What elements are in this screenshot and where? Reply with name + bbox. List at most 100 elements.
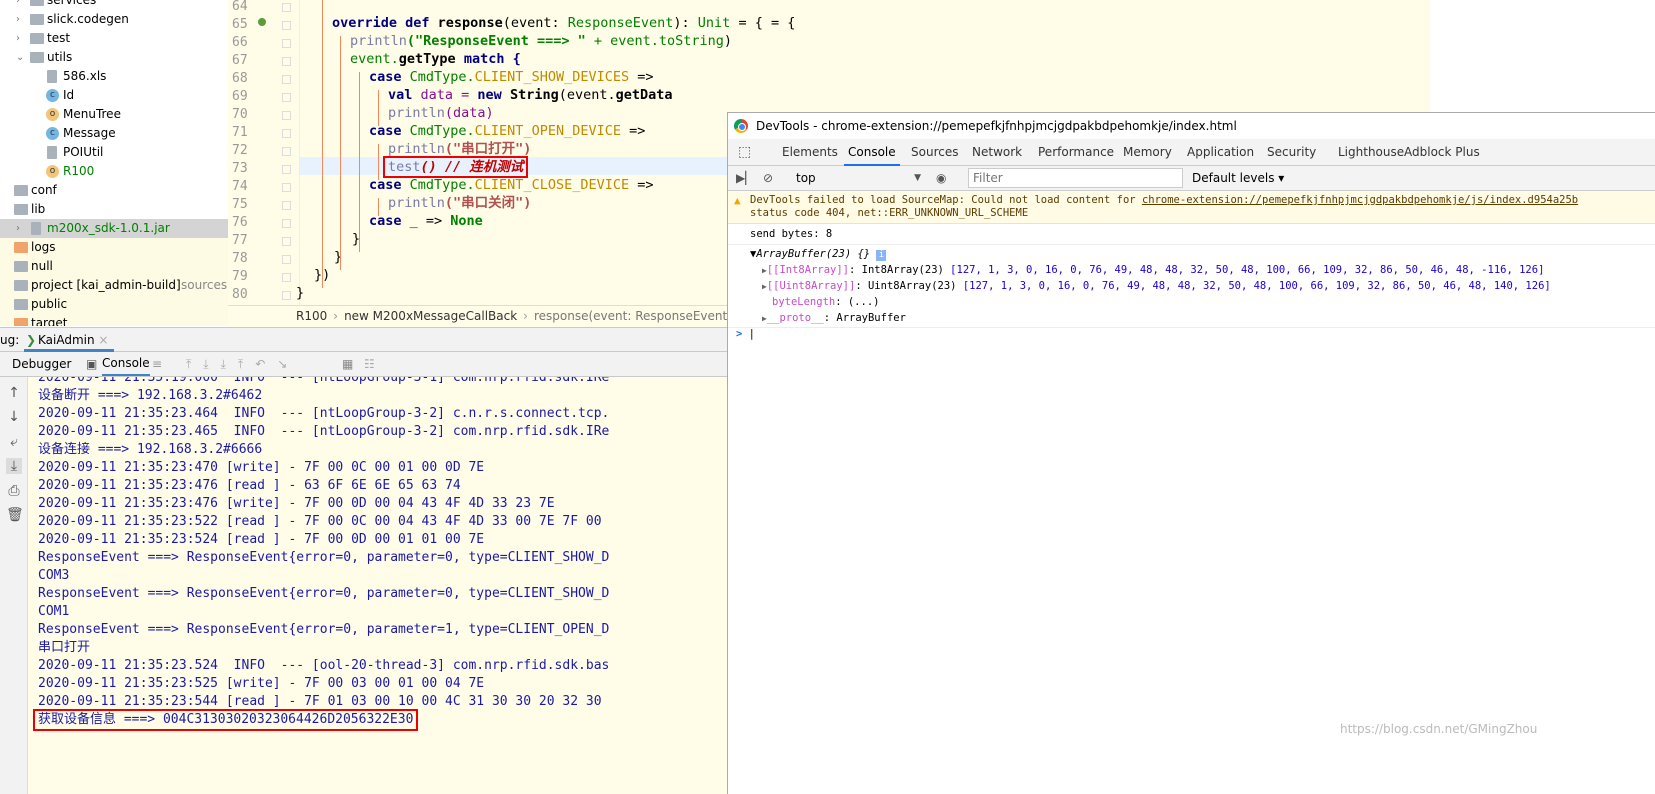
- line-number: 67: [232, 53, 248, 68]
- tree-item-label: m200x_sdk-1.0.1.jar: [47, 221, 170, 235]
- tab-adblock-plus[interactable]: Adblock Plus: [1400, 139, 1484, 166]
- tab-console[interactable]: Console: [102, 352, 150, 376]
- tree-item[interactable]: › services: [0, 0, 228, 10]
- fold-marker-icon[interactable]: [282, 75, 291, 84]
- code-line-67: event.getType match {: [350, 51, 521, 67]
- tab-debugger[interactable]: Debugger: [12, 352, 71, 377]
- source-link[interactable]: chrome-extension://pemepefkjfnhpjmcjgdpa…: [1142, 194, 1578, 206]
- tab-network[interactable]: Network: [968, 139, 1026, 166]
- filter-input[interactable]: [968, 168, 1183, 188]
- tree-item[interactable]: null: [0, 257, 228, 276]
- info-icon[interactable]: i: [876, 250, 887, 261]
- scroll-to-end-icon[interactable]: ⤓: [6, 458, 22, 474]
- line-number: 78: [232, 251, 248, 266]
- tree-item[interactable]: o R100: [0, 162, 228, 181]
- close-tab-icon[interactable]: ×: [98, 333, 108, 347]
- step-icons[interactable]: ⤒⤓⤓⤒↶↘: [186, 352, 299, 377]
- tab-lighthouse[interactable]: Lighthouse: [1334, 139, 1408, 166]
- fold-marker-icon[interactable]: [282, 111, 291, 120]
- chevron-right-icon[interactable]: ›: [16, 29, 26, 48]
- fold-marker-icon[interactable]: [282, 39, 291, 48]
- chevron-down-icon[interactable]: ⌄: [16, 48, 26, 67]
- tree-item-label: conf: [31, 183, 57, 197]
- fold-marker-icon[interactable]: [282, 165, 291, 174]
- fold-marker-icon[interactable]: [282, 201, 291, 210]
- override-marker-icon[interactable]: [258, 18, 266, 26]
- tab-application[interactable]: Application: [1183, 139, 1258, 166]
- tree-item[interactable]: › slick.codegen: [0, 10, 228, 29]
- tree-item[interactable]: c Id: [0, 86, 228, 105]
- arraybuffer-tree[interactable]: ▼ArrayBuffer(23) {} i: [728, 246, 1655, 262]
- menu-icon[interactable]: ≡: [152, 352, 162, 377]
- tree-item[interactable]: conf: [0, 181, 228, 200]
- console-prompt[interactable]: > |: [728, 326, 1655, 342]
- tree-item[interactable]: › test: [0, 29, 228, 48]
- fold-marker-icon[interactable]: [282, 219, 291, 228]
- fold-marker-icon[interactable]: [282, 291, 291, 300]
- tab-memory[interactable]: Memory: [1119, 139, 1176, 166]
- folder-icon: [14, 280, 28, 291]
- fold-marker-icon[interactable]: [282, 93, 291, 102]
- evaluate-icon[interactable]: ▦: [342, 352, 353, 377]
- inspect-element-icon[interactable]: ⬚: [738, 139, 751, 166]
- devtools-title-bar: DevTools - chrome-extension://pemepefkjf…: [728, 113, 1655, 139]
- fold-marker-icon[interactable]: [282, 3, 291, 12]
- fold-marker-icon[interactable]: [282, 273, 291, 282]
- uint8array-row[interactable]: ▶[[Uint8Array]]: Uint8Array(23) [127, 1,…: [728, 278, 1655, 294]
- fold-marker-icon[interactable]: [282, 129, 291, 138]
- console-line: ResponseEvent ===> ResponseEvent{error=0…: [38, 622, 610, 637]
- tree-item[interactable]: logs: [0, 238, 228, 257]
- tree-item[interactable]: target: [0, 314, 228, 326]
- tab-sources[interactable]: Sources: [907, 139, 962, 166]
- tab-console[interactable]: Console: [844, 139, 900, 166]
- sidebar-toggle-icon[interactable]: ▶▏: [736, 166, 754, 190]
- trash-icon[interactable]: 🗑: [6, 507, 24, 523]
- console-output[interactable]: 2020-09-11 21:35:19.000 INFO --- [ntLoop…: [28, 377, 728, 794]
- eye-icon[interactable]: ◉: [936, 166, 946, 190]
- clear-console-icon[interactable]: ⊘: [763, 166, 773, 190]
- arrow-down-icon[interactable]: ↓: [6, 409, 22, 425]
- console-line: 2020-09-11 21:35:23.464 INFO --- [ntLoop…: [38, 406, 610, 421]
- fold-marker-icon[interactable]: [282, 21, 291, 30]
- tree-item[interactable]: lib: [0, 200, 228, 219]
- fold-marker-icon[interactable]: [282, 183, 291, 192]
- trace-icon[interactable]: ☷: [364, 352, 375, 377]
- chevron-right-icon[interactable]: ›: [16, 0, 26, 10]
- log-levels-dropdown[interactable]: Default levels ▾: [1192, 166, 1284, 190]
- fold-marker-icon[interactable]: [282, 237, 291, 246]
- fold-marker-icon[interactable]: [282, 255, 291, 264]
- breadcrumb-item[interactable]: new M200xMessageCallBack: [344, 309, 517, 323]
- code-line-66: println("ResponseEvent ===> " + event.to…: [350, 33, 733, 49]
- console-message: send bytes: 8: [728, 226, 1655, 245]
- arrow-up-icon[interactable]: ↑: [6, 385, 22, 401]
- int8array-row[interactable]: ▶[[Int8Array]]: Int8Array(23) [127, 1, 3…: [728, 262, 1655, 278]
- breadcrumb-item[interactable]: response(event: ResponseEvent): [534, 309, 732, 323]
- tree-item[interactable]: 586.xls: [0, 67, 228, 86]
- editor-gutter: 64 65 66 67 68 69 70 71 72 73 74 75 76 77 78 79 80: [228, 0, 300, 305]
- fold-marker-icon[interactable]: [282, 147, 291, 156]
- line-number: 77: [232, 233, 248, 248]
- tab-security[interactable]: Security: [1263, 139, 1320, 166]
- bytelength-row[interactable]: byteLength: (...): [728, 294, 1655, 310]
- context-select[interactable]: top ▼: [796, 166, 921, 190]
- code-line-72: println("串口打开"): [388, 141, 532, 157]
- tree-item[interactable]: c Message: [0, 124, 228, 143]
- tree-item[interactable]: public: [0, 295, 228, 314]
- tree-item[interactable]: › m200x_sdk-1.0.1.jar: [0, 219, 228, 238]
- console-line: COM1: [38, 604, 70, 619]
- tree-item[interactable]: POIUtil: [0, 143, 228, 162]
- tree-item[interactable]: ⌄ utils: [0, 48, 228, 67]
- tab-performance[interactable]: Performance: [1034, 139, 1118, 166]
- line-number: 79: [232, 269, 248, 284]
- fold-marker-icon[interactable]: [282, 57, 291, 66]
- tree-item-label: null: [31, 259, 53, 273]
- soft-wrap-icon[interactable]: ⤶: [6, 434, 22, 450]
- chevron-right-icon[interactable]: ›: [16, 219, 26, 238]
- tree-item[interactable]: project [kai_admin-build] sources: [0, 276, 228, 295]
- breadcrumb-item[interactable]: R100: [296, 309, 327, 323]
- chevron-right-icon[interactable]: ›: [16, 10, 26, 29]
- tree-item[interactable]: o MenuTree: [0, 105, 228, 124]
- run-config-tab[interactable]: ❯ KaiAdmin ×: [24, 328, 115, 352]
- print-icon[interactable]: ⎙: [6, 483, 22, 499]
- tab-elements[interactable]: Elements: [778, 139, 842, 166]
